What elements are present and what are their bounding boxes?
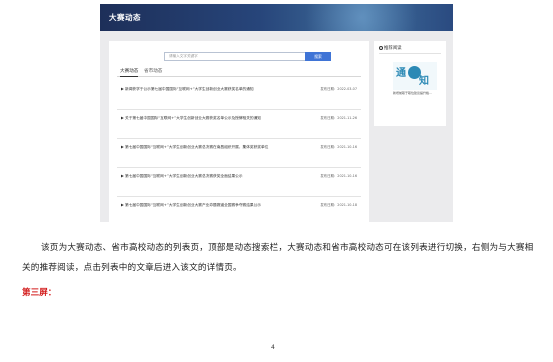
news-item[interactable]: ▶ 第七届中国国际“互联网+”大学生创新创业大赛总决赛获奖全面结果公示 发布日期…: [117, 168, 361, 197]
description-paragraph: 该页为大赛动态、省市高校动态的列表页，顶部是动态搜索栏，大赛动态和省市高校动态可…: [22, 243, 534, 273]
recommend-icon: [379, 45, 383, 50]
recommended-caption[interactable]: 新增前职于职位建议提升格...: [393, 91, 439, 95]
banner-decoration: [300, 4, 453, 31]
tab-provincial-news[interactable]: 省市动态: [144, 68, 162, 77]
page-number: 4: [271, 344, 275, 351]
search-bar: 请输入文字关键字 搜索: [164, 52, 331, 61]
news-title[interactable]: ▶ 第七届中国国际“互联网+”大学生创新创业大赛产业命题赛道全国赛争夺赛结果公示: [121, 202, 301, 208]
news-date: 发布日期：2021-10-16: [320, 174, 357, 178]
section-title: 第三屏：: [22, 288, 57, 298]
search-input[interactable]: 请输入文字关键字: [164, 52, 306, 61]
news-title[interactable]: ▶ 第七届中国国际“互联网+”大学生创新创业大赛总决赛获奖全面结果公示: [121, 173, 301, 179]
news-list: ▶ 新闻获学于公示第七届中国国际“互联网+”大学生创新创业大赛获奖名单的通知 发…: [117, 81, 361, 222]
tab-bar: 大赛动态 省市动态: [117, 67, 361, 77]
news-item[interactable]: ▶ 第七届中国国际“互联网+”大学生创新创业大赛总决赛在南昌组织开展，集体奖获奖…: [117, 139, 361, 168]
news-date: 发布日期：2021-11-26: [320, 116, 357, 120]
news-item[interactable]: ▶ 第七届中国国际“互联网+”大学生创新创业大赛产业命题赛道全国赛争夺赛结果公示…: [117, 197, 361, 222]
news-list-card: 请输入文字关键字 搜索 大赛动态 省市动态 ▶ 新闻获学于公示第七届中国国际“互…: [109, 41, 369, 222]
search-button[interactable]: 搜索: [305, 52, 331, 61]
news-date: 发布日期：2022-03-07: [320, 87, 357, 91]
news-title[interactable]: ▶ 新闻获学于公示第七届中国国际“互联网+”大学生创新创业大赛获奖名单的通知: [121, 86, 301, 92]
news-item[interactable]: ▶ 关于第七届中国国际“互联网+”大学生创新创业大赛获奖名单公示及授牌相关的通知…: [117, 110, 361, 139]
news-title[interactable]: ▶ 关于第七届中国国际“互联网+”大学生创新创业大赛获奖名单公示及授牌相关的通知: [121, 115, 301, 121]
ui-screenshot: 大赛动态 请输入文字关键字 搜索 大赛动态 省市动态 ▶ 新闻获学于公示第七届中…: [100, 4, 453, 222]
divider: [379, 53, 441, 54]
news-title[interactable]: ▶ 第七届中国国际“互联网+”大学生创新创业大赛总决赛在南昌组织开展，集体奖获奖…: [121, 144, 301, 150]
thumbnail-text: 通: [396, 68, 406, 79]
thumbnail-text: 知: [419, 76, 429, 87]
recommended-thumbnail[interactable]: 通 知: [393, 62, 437, 90]
tab-competition-news[interactable]: 大赛动态: [120, 68, 139, 77]
banner: 大赛动态: [100, 4, 453, 31]
news-item[interactable]: ▶ 新闻获学于公示第七届中国国际“互联网+”大学生创新创业大赛获奖名单的通知 发…: [117, 81, 361, 110]
recommended-reading-card: 推荐阅读 通 知 新增前职于职位建议提升格...: [374, 41, 446, 126]
news-date: 发布日期：2021-10-16: [320, 145, 357, 149]
banner-title: 大赛动态: [109, 13, 141, 22]
recommended-heading: 推荐阅读: [379, 45, 402, 51]
news-date: 发布日期：2021-10-18: [320, 203, 357, 207]
